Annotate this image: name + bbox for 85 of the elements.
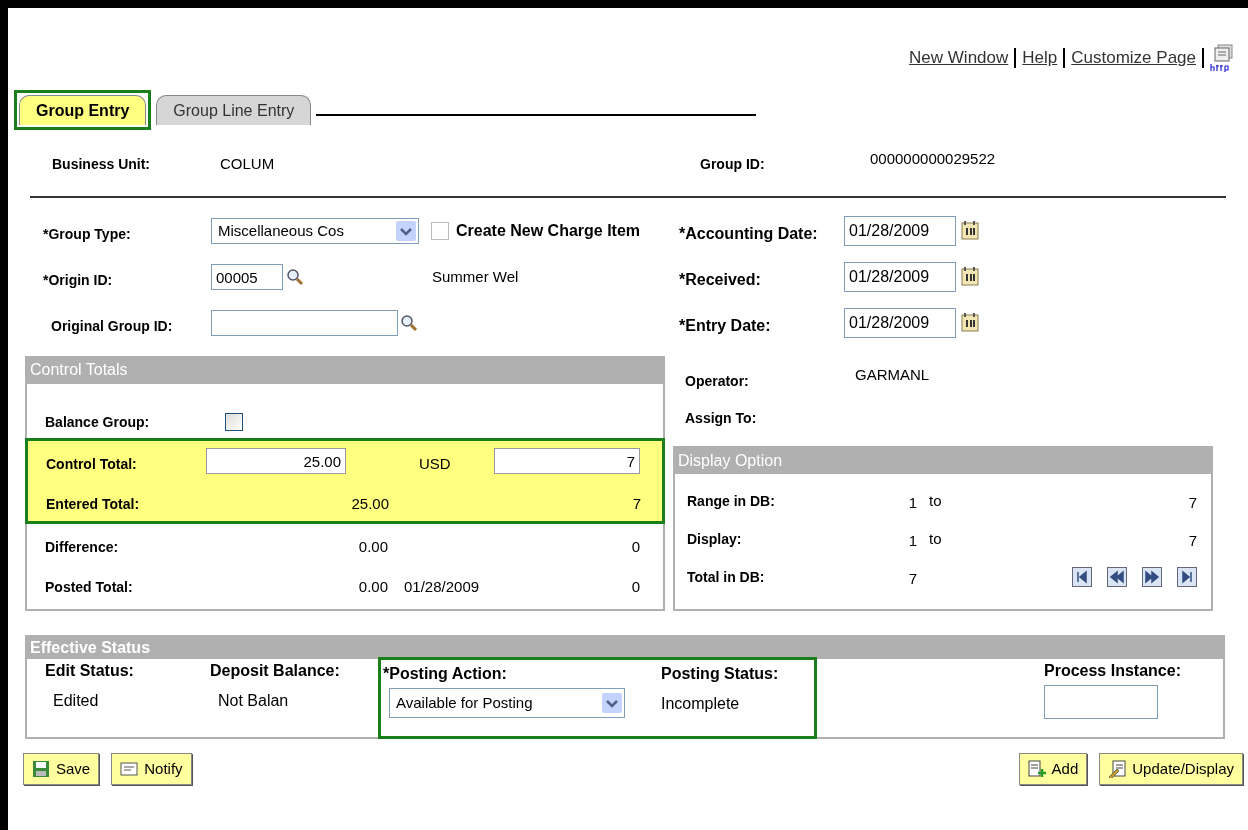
first-page-icon[interactable] xyxy=(1072,567,1092,587)
range-value: 1 xyxy=(907,530,917,551)
field-label: *Origin ID: xyxy=(43,270,114,290)
note-icon xyxy=(120,760,139,778)
field-label: Business Unit: xyxy=(52,154,151,174)
range-separator: to xyxy=(929,491,942,509)
tab[interactable]: Group Entry xyxy=(19,95,147,125)
search-icon[interactable] xyxy=(400,314,418,332)
field-label: *Received: xyxy=(679,270,762,290)
field-label: Total in DB: xyxy=(687,567,766,587)
field-label: Control Total: xyxy=(46,454,138,474)
field-label: Group ID: xyxy=(700,154,766,174)
date-value: 01/28/2009 xyxy=(404,577,480,595)
action-button[interactable]: Update/Display xyxy=(1099,753,1243,785)
field-label: Process Instance: xyxy=(1044,661,1182,681)
chevron-down-icon[interactable] xyxy=(396,221,416,241)
field-label: Create New Charge Item xyxy=(456,221,641,241)
range-separator: to xyxy=(929,529,942,547)
amount-value: 0.00 xyxy=(357,576,388,597)
field-label: Assign To: xyxy=(685,408,757,428)
count-value: 0 xyxy=(630,536,640,557)
section-header: Control Totals xyxy=(27,358,663,384)
field-value: GARMANL xyxy=(855,364,930,385)
action-button[interactable]: Notify xyxy=(111,753,192,785)
field-label: *Posting Action: xyxy=(383,664,508,684)
field-label: Range in DB: xyxy=(687,491,776,511)
calendar-icon[interactable] xyxy=(961,266,980,286)
range-value: 7 xyxy=(907,568,917,589)
field-value: 000000000029522 xyxy=(870,148,996,169)
field-value: Edited xyxy=(52,691,100,711)
field-label: Deposit Balance: xyxy=(210,661,341,681)
checkbox[interactable] xyxy=(431,222,449,240)
field-value: COLUM xyxy=(220,153,276,174)
previous-page-icon[interactable] xyxy=(1107,567,1127,587)
field-value: Summer Wel xyxy=(432,266,519,287)
field-value: Incomplete xyxy=(661,694,741,714)
field-label: Difference: xyxy=(45,537,120,557)
section-header: Display Option xyxy=(675,448,1211,474)
field-label: Posting Status: xyxy=(661,664,780,684)
field-label: Original Group ID: xyxy=(51,316,174,336)
last-page-icon[interactable] xyxy=(1177,567,1197,587)
action-button[interactable]: Save xyxy=(23,753,100,785)
field-label: Display: xyxy=(687,529,743,549)
input-field[interactable]: 01/28/2009 xyxy=(844,262,956,292)
amount-value: 25.00 xyxy=(350,493,389,514)
field-label: Balance Group: xyxy=(45,412,151,432)
action-button[interactable]: Add xyxy=(1018,753,1088,785)
field-label: *Entry Date: xyxy=(679,316,772,336)
count-value: 0 xyxy=(630,576,640,597)
input-field[interactable]: 01/28/2009 xyxy=(844,308,956,338)
calendar-icon[interactable] xyxy=(961,312,980,332)
amount-value: 0.00 xyxy=(357,536,388,557)
field-label: *Group Type: xyxy=(43,224,132,244)
field-value: Not Balan xyxy=(217,691,290,711)
input-field[interactable]: 7 xyxy=(494,448,640,474)
input-field[interactable]: 01/28/2009 xyxy=(844,216,956,246)
range-value: 1 xyxy=(907,492,917,513)
field-label: Edit Status: xyxy=(45,661,135,681)
http-page-icon[interactable] xyxy=(1210,44,1236,72)
currency-code: USD xyxy=(418,453,452,474)
section-header: Effective Status xyxy=(27,637,1223,659)
field-label: *Accounting Date: xyxy=(679,224,819,244)
input-field[interactable]: 00005 xyxy=(211,264,283,290)
tab[interactable]: Group Line Entry xyxy=(156,95,312,125)
field-label: Entered Total: xyxy=(46,494,141,514)
chevron-down-icon[interactable] xyxy=(602,693,622,713)
count-value: 7 xyxy=(631,493,641,514)
range-value: 7 xyxy=(1187,530,1197,551)
page-pen-icon xyxy=(1108,760,1127,778)
input-field[interactable] xyxy=(1044,685,1158,719)
header-link[interactable]: Customize Page xyxy=(1071,45,1196,71)
range-value: 7 xyxy=(1187,492,1197,513)
dropdown[interactable]: Miscellaneous Cos xyxy=(211,218,419,244)
next-page-icon[interactable] xyxy=(1142,567,1162,587)
input-field[interactable] xyxy=(211,310,398,336)
header-link[interactable]: New Window xyxy=(909,45,1009,71)
header-link[interactable]: Help xyxy=(1022,45,1058,71)
calendar-icon[interactable] xyxy=(961,220,980,240)
page-plus-icon xyxy=(1027,760,1046,778)
search-icon[interactable] xyxy=(286,268,304,286)
field-label: Operator: xyxy=(685,371,750,391)
checkbox[interactable] xyxy=(225,413,243,431)
field-label: Posted Total: xyxy=(45,577,134,597)
input-field[interactable]: 25.00 xyxy=(206,448,346,474)
dropdown[interactable]: Available for Posting xyxy=(389,688,625,718)
